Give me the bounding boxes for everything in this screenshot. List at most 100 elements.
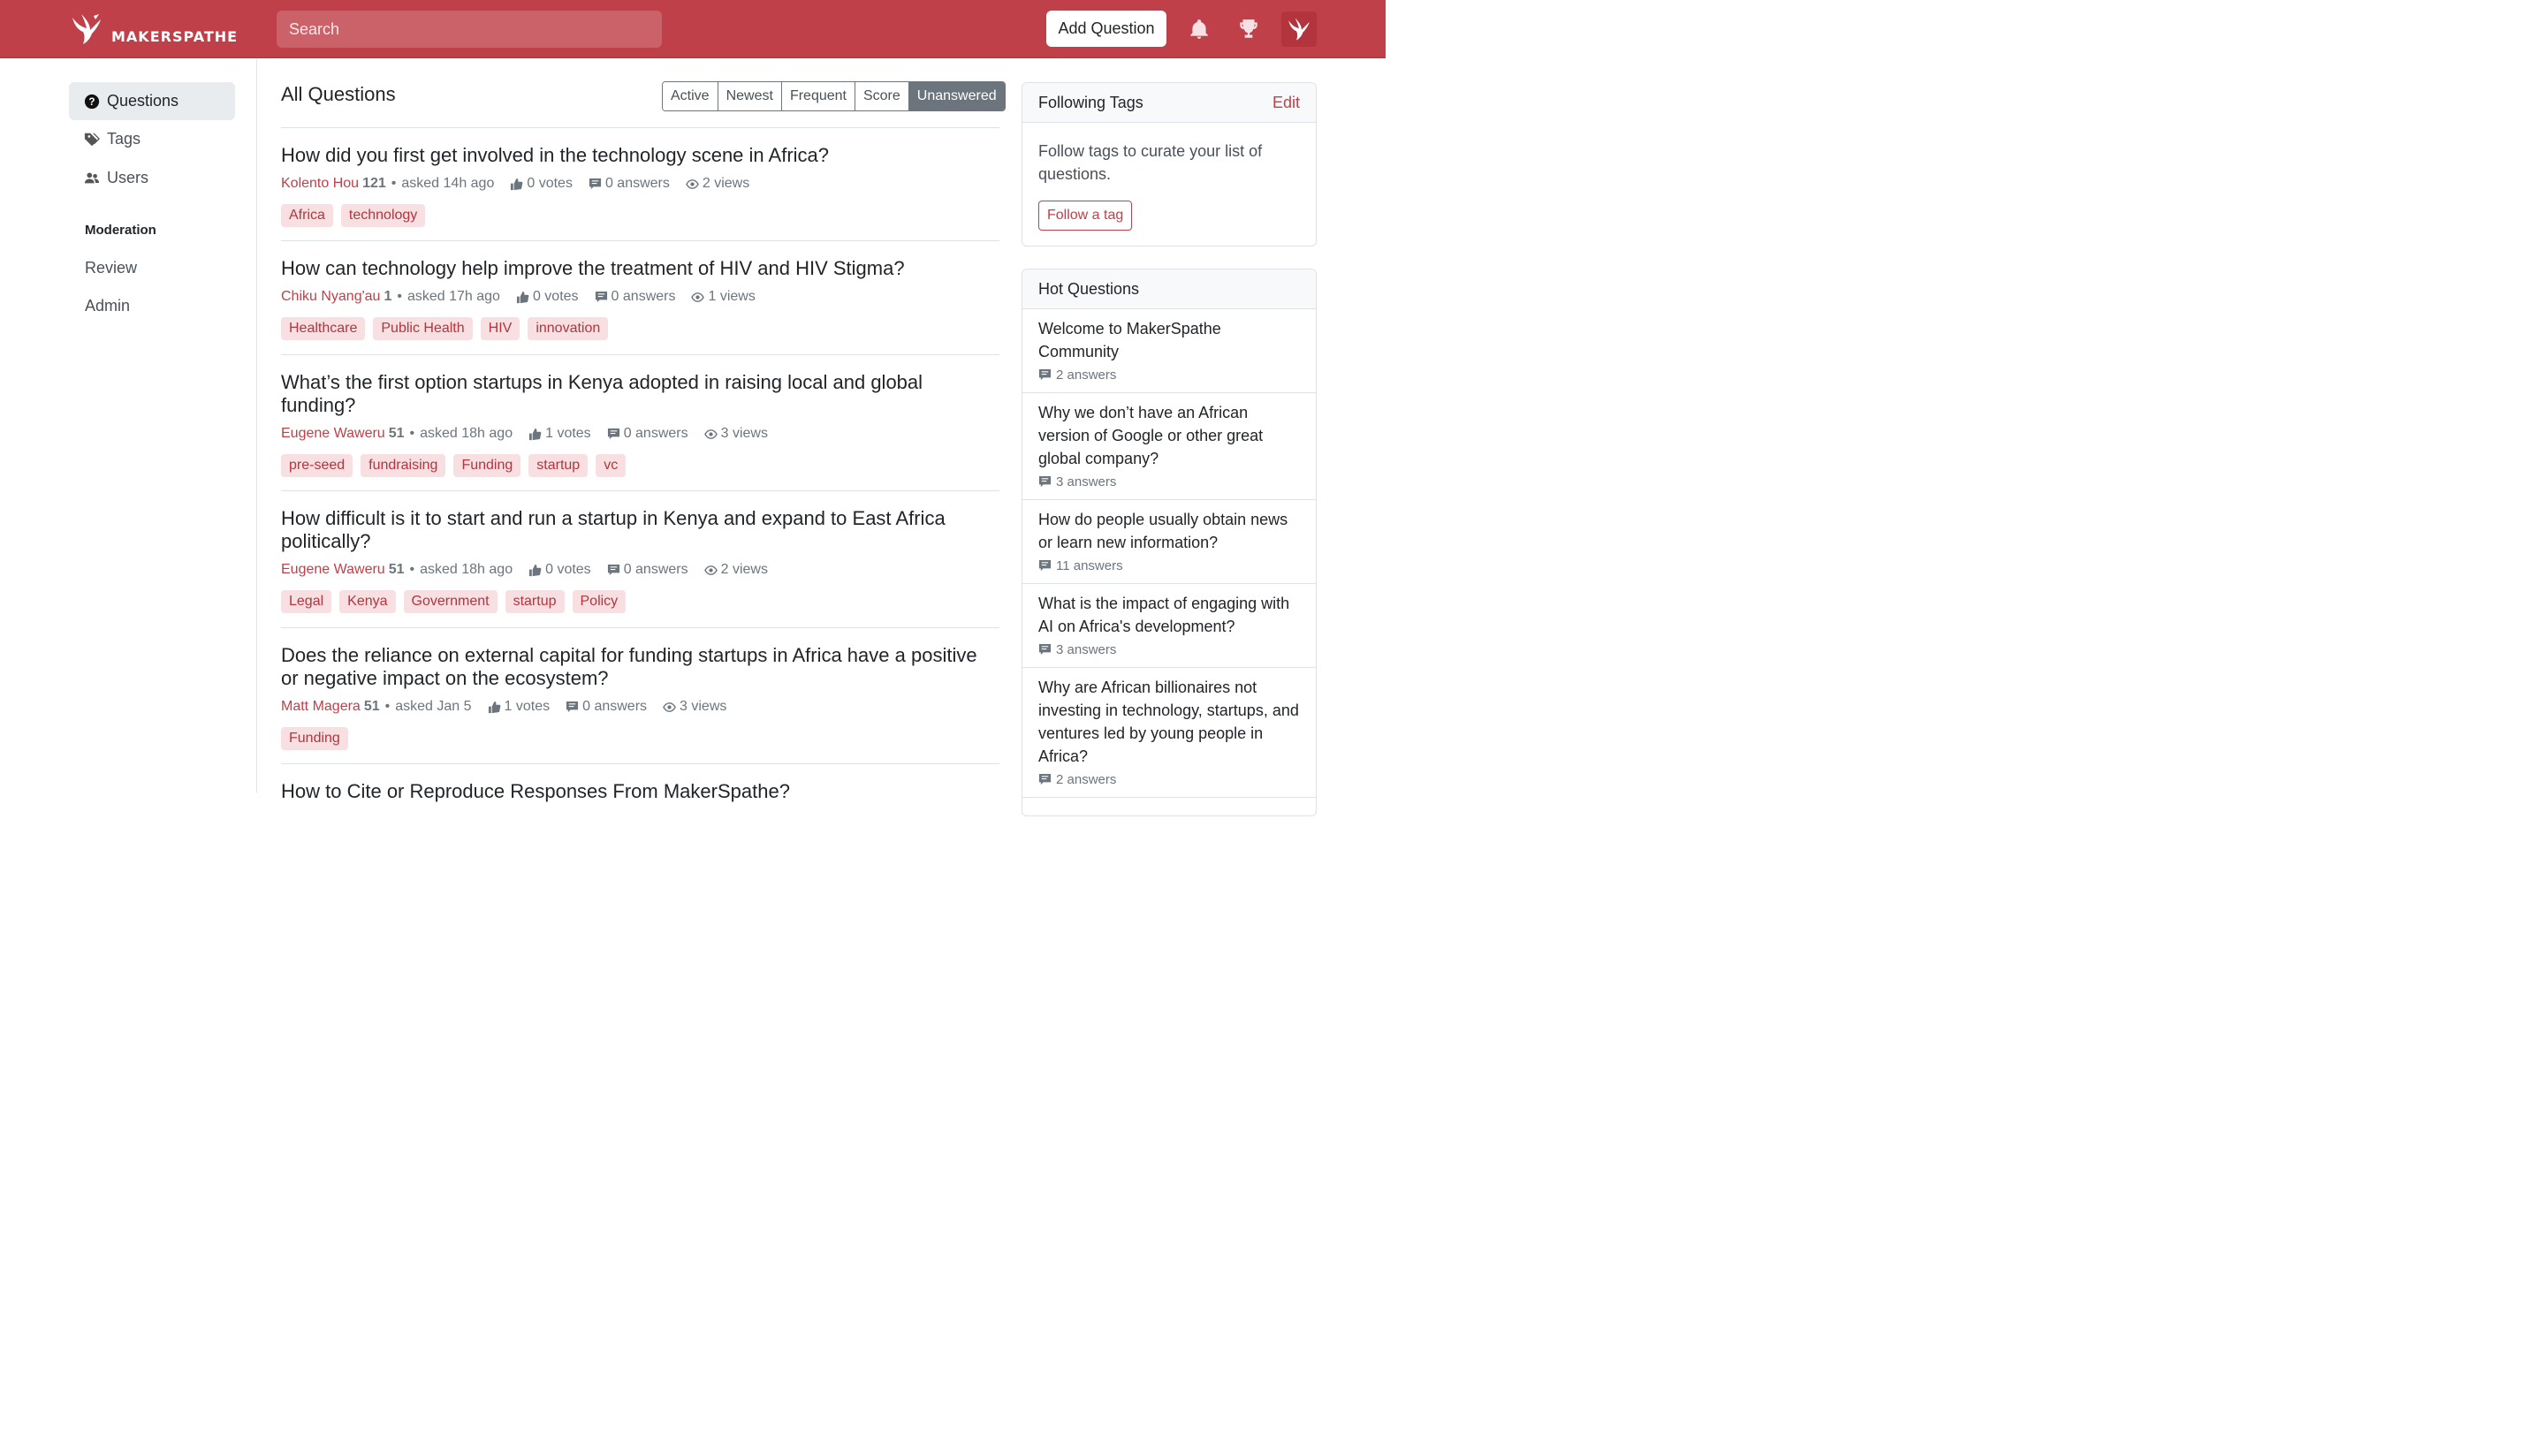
tag[interactable]: innovation <box>528 317 609 340</box>
hot-question-title[interactable]: Welcome to MakerSpathe Community <box>1038 317 1300 363</box>
tag[interactable]: Public Health <box>373 317 473 340</box>
question-title[interactable]: How difficult is it to start and run a s… <box>281 507 999 553</box>
comment-icon <box>1038 559 1052 571</box>
logo[interactable]: MAKERSPATHE <box>69 12 238 46</box>
tag[interactable]: startup <box>505 590 565 613</box>
user-avatar[interactable] <box>1281 11 1317 47</box>
asked-time: asked 18h ago <box>420 426 513 441</box>
eye-icon <box>663 701 676 712</box>
follow-tag-button[interactable]: Follow a tag <box>1038 201 1133 231</box>
question-circle-icon: ? <box>84 94 100 109</box>
question-meta: Kolento Hou 121 • asked 14h ago 0 votes … <box>281 175 999 193</box>
edit-tags-link[interactable]: Edit <box>1272 94 1300 112</box>
tag-list: pre-seed fundraising Funding startup vc <box>281 454 999 477</box>
sidebar-link-admin[interactable]: Admin <box>85 297 130 315</box>
hot-question-answers: 2 answers <box>1038 770 1300 788</box>
hot-question-item[interactable]: Why are African billionaires not investi… <box>1022 668 1316 798</box>
left-sidebar: ? Questions Tags Users Moderation Review… <box>0 59 257 792</box>
tag[interactable]: Legal <box>281 590 332 613</box>
sidebar-item-questions[interactable]: ? Questions <box>69 82 235 120</box>
hot-question-title[interactable]: What is the impact of engaging with AI o… <box>1038 592 1300 638</box>
comment-icon <box>1038 643 1052 655</box>
author-reputation: 1 <box>384 289 392 304</box>
answers-stat: 0 answers <box>566 699 647 715</box>
sidebar-item-users[interactable]: Users <box>69 159 235 197</box>
separator: • <box>391 176 397 191</box>
thumbs-up-icon <box>511 178 523 190</box>
filter-newest[interactable]: Newest <box>718 82 782 110</box>
filter-score[interactable]: Score <box>855 82 909 110</box>
search-input[interactable] <box>277 11 662 48</box>
question-title[interactable]: How can technology help improve the trea… <box>281 257 999 280</box>
tag[interactable]: Government <box>403 590 498 613</box>
author-link[interactable]: Eugene Waweru <box>281 562 385 578</box>
question-title[interactable]: What’s the first option startups in Keny… <box>281 371 999 417</box>
tags-icon <box>84 133 100 146</box>
question-title[interactable]: How did you first get involved in the te… <box>281 144 999 167</box>
sidebar-item-tags[interactable]: Tags <box>69 120 235 158</box>
eye-icon <box>703 565 718 575</box>
tag[interactable]: Funding <box>281 727 348 750</box>
achievements-button[interactable] <box>1231 12 1266 46</box>
author-link[interactable]: Chiku Nyang'au <box>281 289 380 305</box>
tag[interactable]: Healthcare <box>281 317 366 340</box>
views-stat: 2 views <box>686 176 749 192</box>
divider <box>281 127 999 128</box>
trophy-icon <box>1240 19 1257 38</box>
question-meta: Matt Magera 51 • asked Jan 5 1 votes 0 a… <box>281 698 999 716</box>
asked-time: asked 14h ago <box>401 176 495 191</box>
filter-active[interactable]: Active <box>663 82 718 110</box>
hot-question-item[interactable]: What is the impact of engaging with AI o… <box>1022 584 1316 668</box>
sidebar-item-label: Tags <box>107 130 141 148</box>
tag[interactable]: Africa <box>281 204 333 227</box>
hot-question-title[interactable]: Why we don’t have an African version of … <box>1038 401 1300 470</box>
card-body: Follow tags to curate your list of quest… <box>1022 123 1316 246</box>
tag-list: Funding <box>281 727 999 750</box>
question-title[interactable]: How to Cite or Reproduce Responses From … <box>281 780 999 803</box>
sidebar-link-review[interactable]: Review <box>85 259 137 277</box>
comment-icon <box>607 428 619 439</box>
page-title: All Questions <box>281 83 396 105</box>
tag-list: Legal Kenya Government startup Policy <box>281 590 999 613</box>
divider <box>281 627 999 628</box>
comment-icon <box>607 564 619 575</box>
following-tags-text: Follow tags to curate your list of quest… <box>1038 142 1263 183</box>
tag[interactable]: Policy <box>572 590 627 613</box>
tag[interactable]: technology <box>340 204 426 227</box>
hot-question-title[interactable]: How do people usually obtain news or lea… <box>1038 508 1300 554</box>
votes-stat: 1 votes <box>488 699 550 715</box>
hot-question-answers: 3 answers <box>1038 641 1300 658</box>
tag[interactable]: vc <box>596 454 627 477</box>
votes-stat: 0 votes <box>528 562 591 578</box>
sidebar-item-label: Questions <box>107 92 179 110</box>
tag[interactable]: startup <box>528 454 589 477</box>
separator: • <box>409 426 415 441</box>
svg-text:?: ? <box>88 96 95 108</box>
tag[interactable]: fundraising <box>361 454 446 477</box>
question-meta: Chiku Nyang'au 1 • asked 17h ago 0 votes… <box>281 288 999 306</box>
author-link[interactable]: Eugene Waweru <box>281 426 385 442</box>
hot-question-item[interactable]: Why we don’t have an African version of … <box>1022 393 1316 500</box>
tag[interactable]: Funding <box>453 454 521 477</box>
votes-stat: 1 votes <box>528 426 591 442</box>
comment-icon <box>566 701 579 712</box>
hot-question-item[interactable]: Welcome to MakerSpathe Community 2 answe… <box>1022 309 1316 393</box>
hot-question-title[interactable]: Why are African billionaires not investi… <box>1038 676 1300 768</box>
author-link[interactable]: Kolento Hou <box>281 176 359 192</box>
add-question-button[interactable]: Add Question <box>1046 11 1166 47</box>
following-tags-card: Following Tags Edit Follow tags to curat… <box>1022 82 1317 246</box>
tag[interactable]: HIV <box>480 317 520 340</box>
tag[interactable]: pre-seed <box>281 454 353 477</box>
author-link[interactable]: Matt Magera <box>281 699 361 715</box>
asked-time: asked 18h ago <box>420 562 513 577</box>
asked-time: asked 17h ago <box>406 289 500 304</box>
hot-question-item[interactable]: How do people usually obtain news or lea… <box>1022 500 1316 584</box>
notifications-button[interactable] <box>1181 12 1217 46</box>
filter-frequent[interactable]: Frequent <box>781 82 855 110</box>
filter-unanswered[interactable]: Unanswered <box>908 82 1005 110</box>
tag[interactable]: Kenya <box>339 590 396 613</box>
question-title[interactable]: Does the reliance on external capital fo… <box>281 644 999 690</box>
question-item: How did you first get involved in the te… <box>281 144 999 227</box>
comment-icon <box>1038 368 1052 380</box>
tag-list: Africa technology <box>281 204 999 227</box>
